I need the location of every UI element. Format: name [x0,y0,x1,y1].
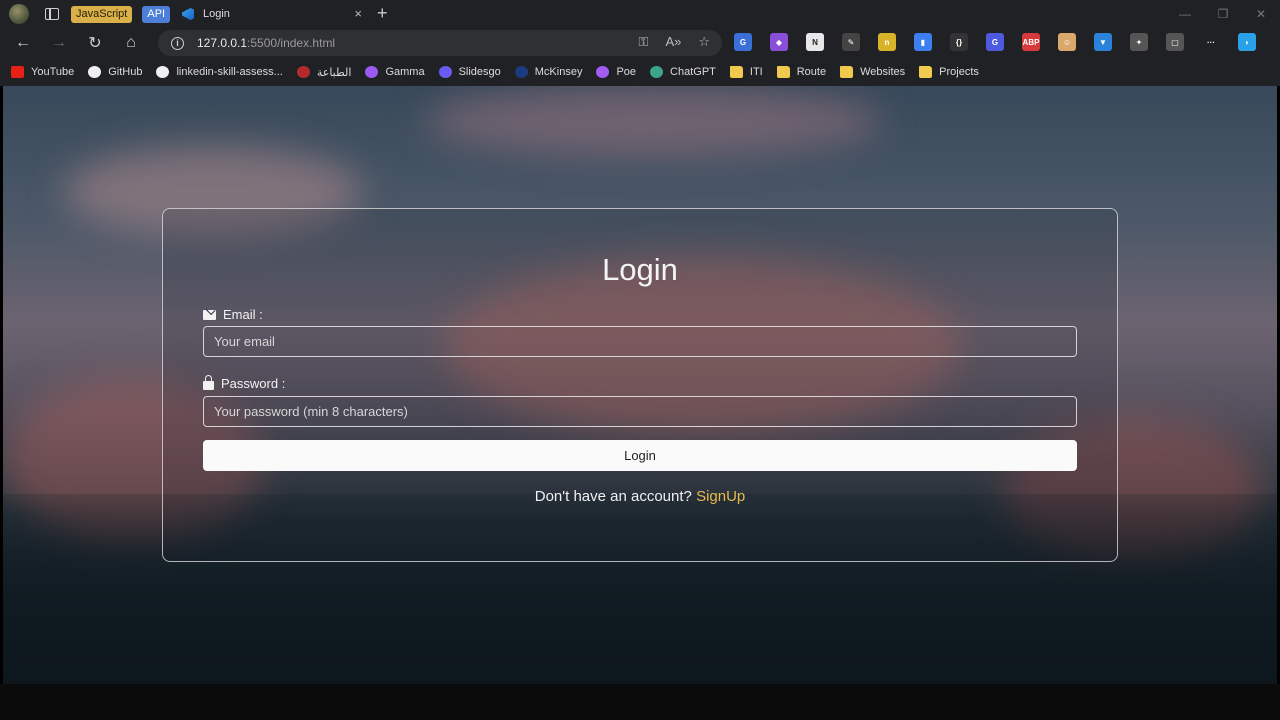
slidesgo-icon [438,66,452,78]
bookmark-item[interactable]: linkedin-skill-assess... [156,66,283,78]
bookmark-label: ITI [749,66,763,78]
key-icon[interactable]: ⚿ [639,34,649,50]
grammar-icon[interactable]: G [986,33,1004,51]
address-bar[interactable]: i 127.0.0.1:5500/index.html ⚿ A» ☆ [158,30,722,56]
chatgpt-icon [650,66,664,78]
bookmark-label: Projects [939,66,979,78]
tab-actions-icon[interactable] [45,8,59,20]
page-title: Login [602,252,678,287]
home-icon[interactable]: ⌂ [113,29,149,57]
page-viewport: Login Email : Password : Login Don't hav… [3,86,1277,684]
url-path: :5500/index.html [247,36,336,50]
bookmark-label: ChatGPT [670,66,716,78]
favorite-star-icon[interactable]: ☆ [698,34,710,50]
mckinsey-icon [514,66,528,78]
bookmark-item[interactable]: McKinsey [514,66,583,78]
copilot-icon[interactable]: ◗ [1238,33,1256,51]
adblock-icon[interactable]: ABP [1022,33,1040,51]
password-label-text: Password : [221,376,286,391]
bookmark-item[interactable]: Slidesgo [438,66,501,78]
notion-icon[interactable]: N [806,33,824,51]
github-icon [88,66,102,78]
site-info-icon[interactable]: i [171,36,184,50]
bookmark-item[interactable]: Websites [840,66,905,78]
folder-icon [919,66,933,78]
back-icon[interactable]: ← [5,29,41,57]
folder-icon [776,66,790,78]
split-screen-icon[interactable]: ▢ [1166,33,1184,51]
email-label-text: Email : [223,307,263,322]
json-icon[interactable]: {} [950,33,968,51]
bookmark-item[interactable]: Projects [919,66,979,78]
tab-strip: JavaScript API Login × + — ❐ ✕ [0,0,1280,28]
close-window-icon[interactable]: ✕ [1242,0,1280,28]
tab-group-javascript[interactable]: JavaScript [71,5,133,23]
reload-icon[interactable]: ↻ [77,29,113,57]
tab-close-icon[interactable]: × [354,6,362,21]
puzzle-icon[interactable]: ✦ [1130,33,1148,51]
dictionary-icon[interactable]: n [878,33,896,51]
picker-icon[interactable]: ✎ [842,33,860,51]
paint-icon[interactable]: ◆ [770,33,788,51]
bookmark-item[interactable]: Poe [596,66,636,78]
bookmark-item[interactable]: ChatGPT [650,66,716,78]
bookmark-label: GitHub [108,66,143,78]
email-field[interactable] [203,326,1077,357]
tab-login[interactable]: Login × [172,0,368,28]
restore-icon[interactable]: ❐ [1204,0,1242,28]
youtube-icon [11,66,24,78]
lock-icon [203,375,214,390]
bookmark-label: YouTube [31,66,75,78]
password-field[interactable] [203,396,1077,427]
bookmark-item[interactable]: Route [776,66,827,78]
read-aloud-icon[interactable]: A» [665,34,681,50]
bookmark-label: McKinsey [534,66,583,78]
minimize-icon[interactable]: — [1166,0,1204,28]
login-card: Login Email : Password : Login Don't hav… [162,208,1118,562]
print-icon [296,66,310,78]
translate-icon[interactable]: G [734,33,752,51]
bookmark-label: الطباعة [316,66,352,79]
tab-title: Login [203,8,230,20]
email-label: Email : [203,307,263,322]
login-button[interactable]: Login [203,440,1077,471]
folder-icon [840,66,854,78]
docs-icon[interactable]: ▮ [914,33,932,51]
shield-icon[interactable]: ▼ [1094,33,1112,51]
password-label: Password : [203,375,286,391]
more-icon[interactable]: ··· [1202,33,1220,51]
envelope-icon [203,309,216,320]
bookmark-item[interactable]: GitHub [88,66,142,78]
bookmark-label: Route [796,66,827,78]
bookmark-label: Websites [860,66,906,78]
face-icon[interactable]: ☺ [1058,33,1076,51]
bookmark-label: linkedin-skill-assess... [176,66,283,78]
bookmark-label: Slidesgo [458,66,501,78]
signup-prompt: Don't have an account? SignUp [163,488,1117,505]
vscode-icon [182,8,194,20]
bookmark-item[interactable]: الطباعة [296,66,352,79]
bookmark-item[interactable]: YouTube [11,66,74,78]
address-actions: ⚿ A» ☆ [639,34,710,50]
bookmark-label: Gamma [385,66,425,78]
poe-icon [596,66,610,78]
extensions-row: G ◆ N ✎ n ▮ {} G ABP ☺ ▼ ✦ ▢ ··· ◗ [734,33,1274,51]
forward-icon[interactable]: → [41,29,77,57]
bookmark-label: Poe [616,66,637,78]
signup-link[interactable]: SignUp [696,488,745,505]
profile-avatar[interactable] [9,4,29,24]
url-host: 127.0.0.1 [197,36,248,50]
bookmarks-bar: YouTube GitHub linkedin-skill-assess... الط… [0,58,1280,86]
gamma-icon [365,66,379,78]
tab-group-api[interactable]: API [142,5,171,23]
window-controls: — ❐ ✕ [1166,0,1280,28]
bookmark-item[interactable]: ITI [729,66,763,78]
signup-prompt-text: Don't have an account? [534,488,692,505]
taskbar-strip [0,684,1280,720]
bookmark-item[interactable]: Gamma [365,66,425,78]
new-tab-button[interactable]: + [377,3,388,24]
github-icon [156,66,170,78]
cloud-shape [423,86,883,156]
folder-icon [729,66,743,78]
